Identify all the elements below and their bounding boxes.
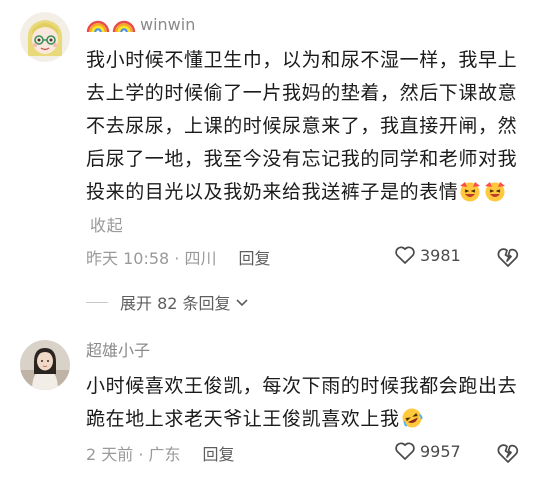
rainbow-icon xyxy=(86,14,110,34)
username[interactable]: winwin xyxy=(140,15,195,34)
laughing-face-icon xyxy=(483,180,507,202)
dislike-button[interactable] xyxy=(497,441,519,465)
rofl-face-icon xyxy=(400,407,424,429)
reply-button[interactable]: 回复 xyxy=(203,441,235,465)
comment-author[interactable]: winwin xyxy=(86,12,195,36)
heart-icon xyxy=(395,246,415,264)
heart-icon xyxy=(395,442,415,460)
rainbow-icon xyxy=(112,14,136,34)
comment-body: 我小时候不懂卫生巾，以为和尿不湿一样，我早上去上学的时候偷了一片我妈的垫着，然后… xyxy=(86,44,522,242)
like-count: 3981 xyxy=(420,245,461,265)
comment-text: 我小时候不懂卫生巾，以为和尿不湿一样，我早上去上学的时候偷了一片我妈的垫着，然后… xyxy=(86,49,518,203)
comment-text: 小时候喜欢王俊凯，每次下雨的时候我都会跑出去跪在地上求老天爷让王俊凯喜欢上我 xyxy=(86,375,518,430)
divider xyxy=(86,301,108,303)
expand-replies-button[interactable]: 展开 82 条回复 xyxy=(86,290,249,314)
chevron-down-icon xyxy=(235,299,248,307)
comment-body: 小时候喜欢王俊凯，每次下雨的时候我都会跑出去跪在地上求老天爷让王俊凯喜欢上我 xyxy=(86,370,522,436)
laughing-face-icon xyxy=(458,180,482,202)
broken-heart-icon xyxy=(497,248,519,267)
dislike-button[interactable] xyxy=(497,245,519,269)
comment-meta: 2 天前 · 广东 回复 xyxy=(86,441,235,465)
reply-button[interactable]: 回复 xyxy=(238,245,270,269)
avatar-chaoxiong[interactable] xyxy=(20,340,70,390)
comment-meta: 昨天 10:58 · 四川 回复 xyxy=(86,245,270,269)
expand-replies-label[interactable]: 展开 82 条回复 xyxy=(120,290,231,314)
avatar-winwin[interactable] xyxy=(20,12,70,62)
username[interactable]: 超雄小子 xyxy=(86,340,150,362)
time-location: 昨天 10:58 · 四川 xyxy=(86,249,217,268)
broken-heart-icon xyxy=(497,444,519,463)
like-button[interactable]: 9957 xyxy=(394,441,461,461)
collapse-button[interactable]: 收起 xyxy=(90,216,123,235)
time-location: 2 天前 · 广东 xyxy=(86,445,181,464)
like-button[interactable]: 3981 xyxy=(394,245,461,265)
like-count: 9957 xyxy=(420,441,461,461)
